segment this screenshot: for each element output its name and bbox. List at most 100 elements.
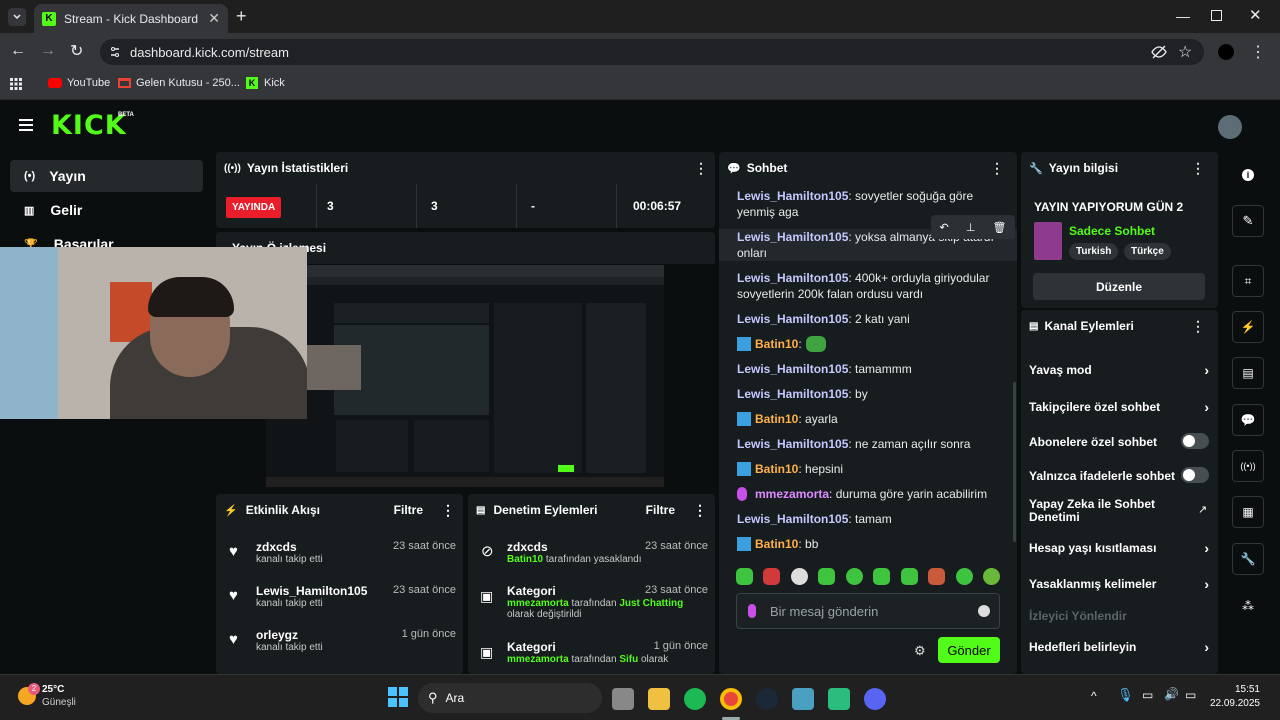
emoji-picker-icon[interactable] [978,605,990,617]
chat-username[interactable]: mmezamorta [755,486,829,502]
forward-arrow-icon[interactable]: → [40,42,56,60]
emote-icon[interactable] [873,568,891,585]
chat-username[interactable]: Batin10 [755,461,798,477]
info-icon[interactable]: i [1232,159,1264,191]
tag-chip[interactable]: Turkish [1069,243,1119,260]
option-goals[interactable]: Hedefleri belirleyin › [1029,639,1209,655]
option-ai-moderation[interactable]: Yapay Zeka ile Sohbet Denetimi [1029,498,1179,524]
stream-preview-video[interactable] [266,265,664,487]
option-account-age[interactable]: Hesap yaşı kısıtlaması › [1029,540,1209,556]
chat-message[interactable]: Batin10: [719,336,1017,352]
reply-icon[interactable]: ↶ [940,221,949,234]
chat-input[interactable]: Bir mesaj gönderin [736,593,1000,629]
site-info-icon[interactable] [109,46,121,58]
bookmark-gmail[interactable]: Gelen Kutusu - 250... [118,77,240,89]
browser-menu-icon[interactable]: ⋮ [1250,42,1266,62]
chat-message[interactable]: mmezamorta: duruma göre yarin acabilirim [719,486,1017,502]
chat-username[interactable]: Lewis_Hamilton105 [737,189,848,203]
chat-username[interactable]: Lewis_Hamilton105 [737,512,848,526]
battery-icon[interactable]: ▭ [1185,688,1196,702]
chat-settings-gear-icon[interactable]: ⚙ [914,643,926,659]
browser-tab[interactable]: K Stream - Kick Dashboard ✕ [34,4,228,33]
emote-icon[interactable] [790,568,808,585]
file-explorer-icon[interactable] [648,688,670,710]
discord-icon[interactable] [864,688,886,710]
external-link-icon[interactable]: ↗ [1198,503,1207,516]
more-options-icon[interactable]: ⋮ [990,160,1004,177]
tray-chevron-icon[interactable]: ^ [1091,689,1097,703]
clock-time[interactable]: 15:51 [1212,684,1260,695]
more-options-icon[interactable]: ⋮ [1191,160,1205,177]
chat-username[interactable]: Lewis_Hamilton105 [737,230,848,244]
back-arrow-icon[interactable]: ← [10,42,26,60]
sidebar-item-yayin[interactable]: (•) Yayın [10,160,203,192]
chat-message[interactable]: Lewis_Hamilton105: tamam [719,511,1017,527]
bolt-icon[interactable]: ⚡ [1232,311,1264,343]
hamburger-menu-icon[interactable] [19,119,33,131]
wrench-icon[interactable]: 🔧 [1232,543,1264,575]
app-icon[interactable] [792,688,814,710]
option-banned-words[interactable]: Yasaklanmış kelimeler › [1029,576,1209,592]
more-options-icon[interactable]: ⋮ [693,502,707,519]
close-window-icon[interactable]: ✕ [1249,6,1262,24]
eye-off-icon[interactable] [1151,45,1167,59]
chat-message[interactable]: Batin10: hepsini [719,461,1017,477]
chat-message[interactable]: Batin10: bb [719,536,1017,552]
subscribers-only-toggle[interactable] [1181,433,1209,449]
broadcast-icon[interactable]: ((•)) [1232,450,1264,482]
emote-icon[interactable] [845,568,863,585]
bookmark-kick[interactable]: K Kick [246,77,285,89]
more-options-icon[interactable]: ⋮ [1191,318,1205,335]
delete-icon[interactable]: 🗑 [992,221,1006,234]
chrome-icon[interactable] [720,688,742,710]
user-avatar[interactable] [1218,115,1242,139]
emote-icon[interactable] [955,568,973,585]
chat-username[interactable]: Lewis_Hamilton105 [737,362,848,376]
kick-logo[interactable]: KICK [51,110,127,141]
emote-icon[interactable] [736,568,753,585]
emotes-only-toggle[interactable] [1181,467,1209,483]
moderation-icon[interactable]: ▦ [1232,496,1264,528]
tag-chip[interactable]: Türkçe [1124,243,1171,260]
filter-button[interactable]: Filtre [646,503,675,517]
bookmark-youtube[interactable]: YouTube [48,77,110,89]
tab-search-button[interactable] [8,8,26,26]
option-followers-only[interactable]: Takipçilere özel sohbet › [1029,399,1209,415]
edit-pencil-icon[interactable]: ✎ [1232,205,1264,237]
spotify-icon[interactable] [684,688,706,710]
chat-message[interactable]: Lewis_Hamilton105: tamammm [719,361,1017,377]
minimize-window-icon[interactable]: — [1176,8,1190,24]
apps-grid-icon[interactable] [10,78,22,90]
maximize-window-icon[interactable] [1211,10,1222,21]
steam-icon[interactable] [756,688,778,710]
taskbar-search[interactable]: ⚲ Ara [418,683,602,713]
chat-username[interactable]: Lewis_Hamilton105 [737,387,848,401]
chat-message[interactable]: Batin10: ayarla [719,411,1017,427]
chat-username[interactable]: Lewis_Hamilton105 [737,312,848,326]
microphone-icon[interactable]: 🎙 [1117,687,1134,703]
emote-icon[interactable] [818,568,836,585]
more-options-icon[interactable]: ⋮ [441,502,455,519]
emote-icon[interactable] [982,568,1000,585]
chat-username[interactable]: Batin10 [755,336,798,352]
apps-dots-icon[interactable]: ⁂ [1232,590,1264,622]
close-tab-icon[interactable]: ✕ [208,10,220,27]
edit-button[interactable]: Düzenle [1033,273,1205,300]
emote-icon[interactable] [928,568,946,585]
chat-scrollbar[interactable] [1013,382,1016,542]
bookmark-star-icon[interactable]: ☆ [1178,42,1192,62]
chat-username[interactable]: Batin10 [755,536,798,552]
send-button[interactable]: Gönder [938,637,1000,663]
task-view-icon[interactable] [612,688,634,710]
emote-icon[interactable] [763,568,781,585]
notes-icon[interactable]: ▤ [1232,357,1264,389]
chat-message[interactable]: Lewis_Hamilton105: by [719,386,1017,402]
reload-icon[interactable]: ↻ [70,41,83,61]
chat-message[interactable]: Lewis_Hamilton105: ne zaman açılır sonra [719,436,1017,452]
category-link[interactable]: Sadece Sohbet [1069,224,1155,238]
option-slow-mode[interactable]: Yavaş mod › [1029,362,1209,378]
sidebar-item-gelir[interactable]: ▥ Gelir [10,194,203,226]
chat-username[interactable]: Lewis_Hamilton105 [737,271,848,285]
clock-date[interactable]: 22.09.2025 [1200,698,1260,709]
app-icon[interactable] [828,688,850,710]
